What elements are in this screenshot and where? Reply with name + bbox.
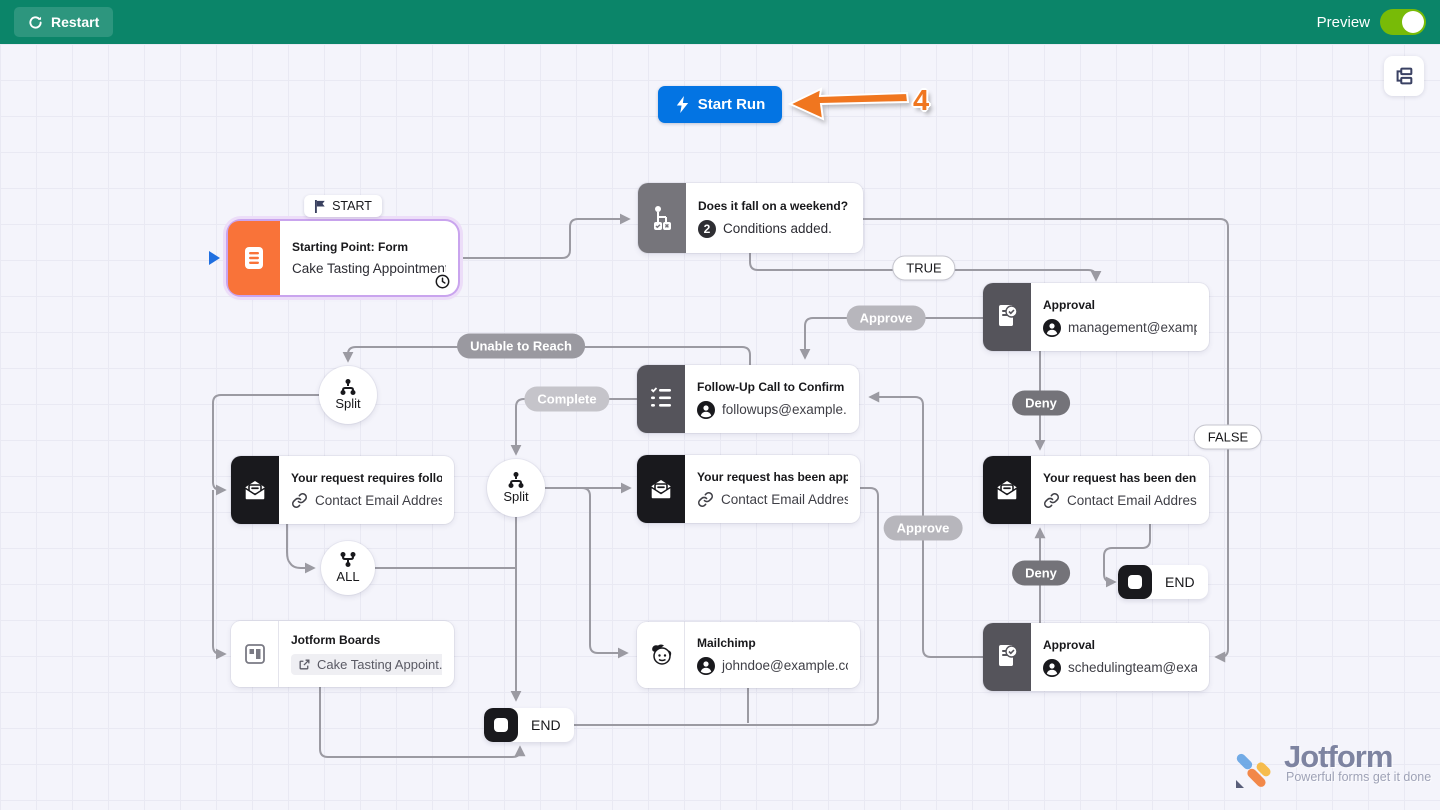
annotation-arrow <box>0 0 1440 810</box>
restart-icon <box>28 15 43 30</box>
top-bar: Restart Preview <box>0 0 1440 44</box>
preview-toggle[interactable] <box>1380 9 1426 35</box>
restart-button[interactable]: Restart <box>14 7 113 37</box>
toggle-knob <box>1402 11 1424 33</box>
flowchart-icon <box>1393 65 1415 87</box>
preview-label: Preview <box>1317 14 1370 31</box>
restart-label: Restart <box>51 14 99 30</box>
flow-view-button[interactable] <box>1384 56 1424 96</box>
annotation-step-number: 4 <box>913 85 929 118</box>
